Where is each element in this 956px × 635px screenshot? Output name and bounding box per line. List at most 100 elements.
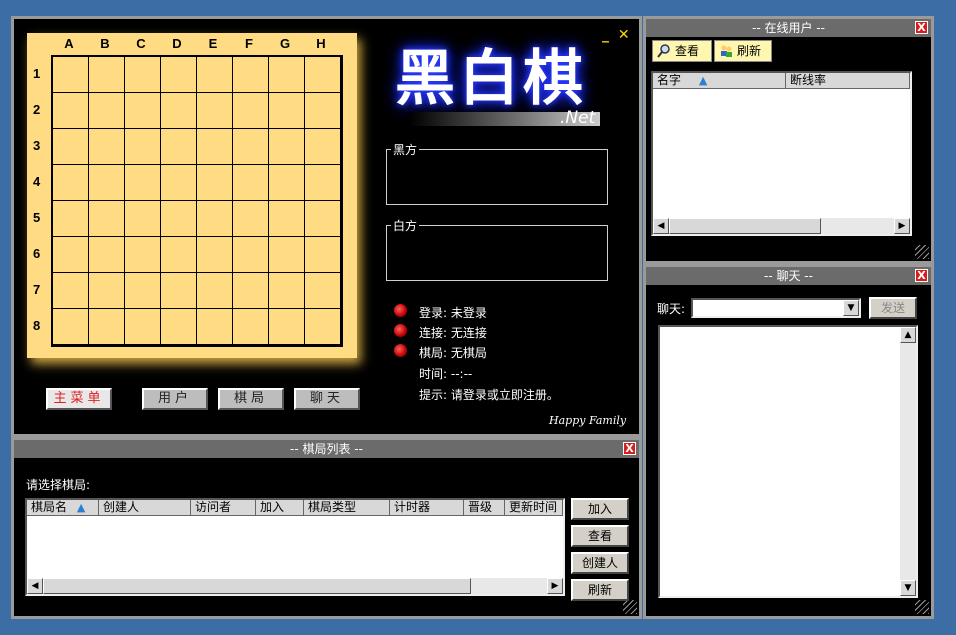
column-header-game-type[interactable]: 棋局类型 [304,500,390,516]
game-list-titlebar[interactable]: -- 棋局列表 -- [14,440,639,458]
connect-status: 连接: 无连接 [419,324,487,341]
refresh-users-icon [721,45,732,57]
scroll-left-icon[interactable]: ◀ [27,578,43,594]
horizontal-scrollbar[interactable]: ◀ ▶ [27,578,563,594]
connect-status-led [394,324,407,337]
chat-button[interactable]: 聊天 [294,388,360,410]
main-menu-button[interactable]: 主菜单 [46,388,112,410]
row-label-8: 8 [33,318,41,333]
login-value: 未登录 [450,306,487,320]
hint-status: 提示: 请登录或立即注册。 [419,386,559,403]
game-label: 棋局: [419,346,448,360]
online-users-close-button[interactable]: X [915,21,928,34]
column-header-promotion[interactable]: 晋级 [464,500,505,516]
app-logo: 黑白棋 [395,44,587,114]
chat-target-select[interactable]: ▼ [691,298,861,318]
scroll-thumb[interactable] [43,578,471,594]
white-player-box: 白方 [386,217,608,281]
row-label-6: 6 [33,246,41,261]
online-users-table[interactable]: 名字 ▲ 断线率 ◀ ▶ [651,71,912,236]
chat-close-button[interactable]: X [915,269,928,282]
horizontal-scrollbar[interactable]: ◀ ▶ [653,218,910,234]
column-label-g: G [279,36,291,51]
scroll-up-icon[interactable]: ▲ [900,327,916,343]
row-label-2: 2 [33,102,41,117]
chat-label: 聊天: [657,302,686,316]
row-label-5: 5 [33,210,41,225]
minimize-button[interactable]: _ ✕ [602,27,630,43]
login-status: 登录: 未登录 [419,304,487,321]
minimize-icon: _ [602,27,609,43]
column-header-name[interactable]: 名字 ▲ [653,73,786,89]
game-status-led [394,344,407,357]
resize-grip-icon[interactable] [915,245,929,259]
time-label: 时间: [419,367,448,381]
row-label-1: 1 [33,66,41,81]
column-label-a: A [64,36,74,51]
scroll-left-icon[interactable]: ◀ [653,218,669,234]
column-header-disconnect-rate[interactable]: 断线率 [786,73,910,89]
chat-titlebar[interactable]: -- 聊天 -- [646,267,931,285]
connect-value: 无连接 [450,326,487,340]
refresh-games-button[interactable]: 刷新 [571,579,629,601]
column-header-join[interactable]: 加入 [256,500,304,516]
column-header-label: 名字 [657,73,682,87]
white-player-label: 白方 [391,217,420,234]
close-icon[interactable]: ✕ [618,27,630,43]
game-list-table[interactable]: 棋局名 ▲ 创建人 访问者 加入 棋局类型 计时器 晋级 更新时间 ◀ ▶ [25,498,565,596]
vertical-scrollbar[interactable]: ▲ ▼ [900,327,916,596]
column-header-creator[interactable]: 创建人 [99,500,191,516]
create-game-button[interactable]: 创建人 [571,552,629,574]
hint-label: 提示: [419,388,448,402]
column-label-d: D [172,36,182,51]
column-label-c: C [136,36,146,51]
hint-value: 请登录或立即注册。 [450,388,559,402]
refresh-users-button[interactable]: 刷新 [714,40,772,62]
login-label: 登录: [419,306,448,320]
users-button[interactable]: 用户 [142,388,208,410]
black-player-box: 黑方 [386,141,608,205]
column-header-visitor[interactable]: 访问者 [191,500,256,516]
sort-arrow-icon: ▲ [76,501,86,514]
scroll-right-icon[interactable]: ▶ [547,578,563,594]
scroll-right-icon[interactable]: ▶ [894,218,910,234]
footer-text: Happy Family [549,414,627,427]
board-grid[interactable] [51,55,343,347]
sort-arrow-icon: ▲ [698,74,708,87]
games-button[interactable]: 棋局 [218,388,284,410]
game-list-prompt: 请选择棋局: [26,478,91,492]
row-label-7: 7 [33,282,41,297]
column-label-h: H [316,36,326,51]
chat-messages[interactable]: ▲ ▼ [658,325,918,598]
column-label-f: F [245,36,253,51]
magnifier-icon [657,44,670,58]
black-player-label: 黑方 [391,141,420,158]
refresh-users-label: 刷新 [737,44,762,58]
column-label-e: E [208,36,218,51]
column-header-updated[interactable]: 更新时间 [505,500,563,516]
view-user-button[interactable]: 查看 [652,40,712,62]
login-status-led [394,304,407,317]
game-board[interactable]: A B C D E F G H 1 2 3 4 5 6 7 8 [27,33,357,358]
connect-label: 连接: [419,326,448,340]
resize-grip-icon[interactable] [623,600,637,614]
time-status: 时间: --:-- [419,365,472,382]
column-header-label: 棋局名 [31,500,68,514]
column-label-b: B [100,36,110,51]
row-label-3: 3 [33,138,41,153]
logo-suffix: .Net [560,108,596,128]
scroll-thumb[interactable] [669,218,821,234]
column-header-game-name[interactable]: 棋局名 ▲ [27,500,99,516]
scroll-down-icon[interactable]: ▼ [900,580,916,596]
send-button[interactable]: 发送 [869,297,917,319]
resize-grip-icon[interactable] [915,600,929,614]
join-game-button[interactable]: 加入 [571,498,629,520]
game-status: 棋局: 无棋局 [419,344,487,361]
column-header-timer[interactable]: 计时器 [390,500,464,516]
view-game-button[interactable]: 查看 [571,525,629,547]
chevron-down-icon[interactable]: ▼ [843,300,859,316]
view-user-label: 查看 [675,44,700,58]
online-users-titlebar[interactable]: -- 在线用户 -- [646,19,931,37]
game-value: 无棋局 [450,346,487,360]
game-list-close-button[interactable]: X [623,442,636,455]
